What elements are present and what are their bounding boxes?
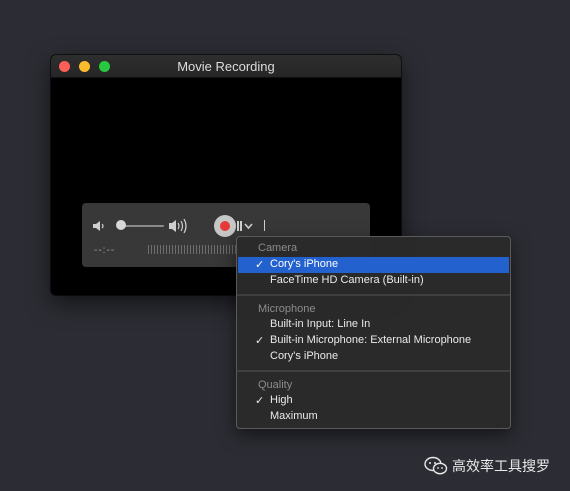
- recording-options-menu: Camera ✓ Cory's iPhone FaceTime HD Camer…: [236, 236, 511, 429]
- menu-item-label: Built-in Microphone: External Microphone: [270, 334, 472, 346]
- microphone-section-header: Microphone: [258, 303, 316, 315]
- recording-time: --:--: [94, 245, 116, 256]
- menu-item-quality-high[interactable]: ✓ High: [238, 393, 509, 409]
- window-title: Movie Recording: [177, 59, 275, 74]
- menu-item-camera-corys-iphone[interactable]: ✓ Cory's iPhone: [238, 257, 509, 273]
- menu-item-mic-external[interactable]: ✓ Built-in Microphone: External Micropho…: [238, 333, 509, 349]
- volume-slider[interactable]: [120, 225, 164, 227]
- menu-separator: [237, 294, 510, 296]
- text-cursor: [264, 220, 265, 231]
- menu-item-label: Maximum: [270, 410, 318, 422]
- menu-item-label: Cory's iPhone: [270, 258, 339, 270]
- menu-separator: [237, 370, 510, 372]
- checkmark-icon: ✓: [255, 395, 265, 407]
- wechat-icon: [424, 456, 448, 475]
- record-button[interactable]: [214, 215, 236, 237]
- titlebar[interactable]: Movie Recording: [51, 55, 401, 78]
- quality-section-header: Quality: [258, 379, 293, 391]
- audio-level-meter: [148, 245, 248, 254]
- menu-item-mic-corys-iphone[interactable]: Cory's iPhone: [238, 349, 509, 365]
- checkmark-icon: ✓: [255, 335, 265, 347]
- volume-slider-knob[interactable]: [116, 220, 126, 230]
- menu-item-label: Built-in Input: Line In: [270, 318, 371, 330]
- menu-item-mic-line-in[interactable]: Built-in Input: Line In: [238, 317, 509, 333]
- checkmark-icon: ✓: [255, 259, 265, 271]
- menu-item-quality-maximum[interactable]: Maximum: [238, 409, 509, 425]
- volume-high-icon[interactable]: [168, 217, 190, 235]
- menu-item-label: Cory's iPhone: [270, 350, 339, 362]
- volume-low-icon[interactable]: [92, 219, 106, 233]
- record-icon: [220, 221, 230, 231]
- watermark-text: 高效率工具搜罗: [452, 459, 550, 475]
- options-chevron-icon[interactable]: [237, 220, 255, 232]
- menu-item-label: FaceTime HD Camera (Built-in): [270, 274, 424, 286]
- menu-item-camera-facetime-hd[interactable]: FaceTime HD Camera (Built-in): [238, 273, 509, 289]
- camera-section-header: Camera: [258, 242, 298, 254]
- menu-item-label: High: [270, 394, 293, 406]
